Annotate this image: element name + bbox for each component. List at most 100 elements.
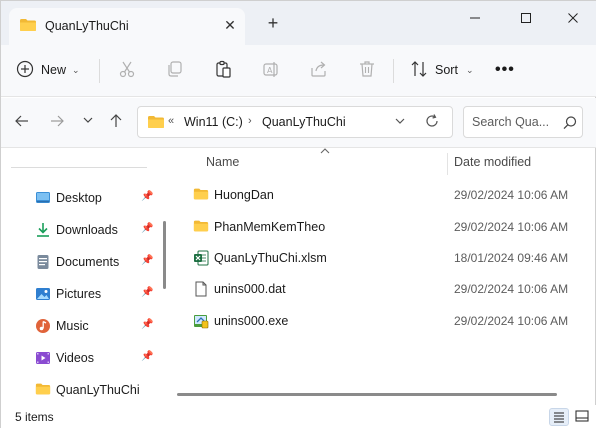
status-bar: 5 items: [1, 405, 596, 428]
sidebar-item-pictures[interactable]: Pictures 📌: [1, 279, 161, 309]
details-view-button[interactable]: [549, 408, 569, 426]
file-date: 29/02/2024 10:06 AM: [454, 220, 569, 234]
recent-locations-button[interactable]: [79, 113, 97, 131]
sidebar-item-documents[interactable]: Documents 📌: [1, 247, 161, 277]
file-row[interactable]: unins000.exe 29/02/2024 10:06 AM: [177, 306, 596, 336]
file-row[interactable]: QuanLyThuChi.xlsm 18/01/2024 09:46 AM: [177, 243, 596, 273]
file-date: 18/01/2024 09:46 AM: [454, 251, 569, 265]
paste-button[interactable]: [213, 55, 233, 85]
title-bar: QuanLyThuChi ✕ +: [1, 1, 596, 45]
horizontal-scrollbar[interactable]: [177, 393, 557, 396]
minimize-button[interactable]: [461, 7, 489, 29]
tab-title: QuanLyThuChi: [45, 19, 129, 33]
search-placeholder: Search Qua...: [472, 115, 550, 129]
sidebar-item-label: Music: [56, 319, 89, 333]
plus-circle-icon: [15, 59, 35, 82]
up-button[interactable]: [107, 113, 125, 131]
chevron-down-icon: ⌄: [465, 64, 474, 75]
pin-icon[interactable]: 📌: [141, 191, 153, 202]
search-icon[interactable]: [562, 115, 578, 134]
sort-ascending-icon: [319, 147, 331, 158]
exe-file-icon: [193, 313, 209, 329]
refresh-icon[interactable]: [424, 113, 440, 132]
file-row[interactable]: HuongDan 29/02/2024 10:06 AM: [177, 180, 596, 210]
rename-button[interactable]: A: [261, 55, 281, 85]
close-tab-icon[interactable]: ✕: [222, 17, 238, 33]
copy-icon: [165, 59, 185, 82]
cut-icon: [117, 59, 137, 82]
sidebar-scrollbar[interactable]: [163, 221, 166, 289]
file-row[interactable]: PhanMemKemTheo 29/02/2024 10:06 AM: [177, 212, 596, 242]
tiles-view-button[interactable]: [573, 408, 593, 426]
item-count: 5 items: [15, 410, 54, 424]
file-list: Name Date modified HuongDan 29/02/2024 1…: [177, 147, 596, 405]
tiles-view-icon: [575, 410, 589, 422]
desktop-icon: [35, 190, 51, 206]
folder-icon: [19, 18, 37, 35]
breadcrumb-folder[interactable]: QuanLyThuChi: [262, 115, 346, 129]
tab-quanlythuchi[interactable]: QuanLyThuChi ✕: [9, 8, 245, 45]
folder-icon: [193, 187, 209, 203]
folder-icon: [147, 115, 165, 132]
sidebar-item-label: Videos: [56, 351, 94, 365]
copy-button[interactable]: [165, 55, 185, 85]
sidebar-item-music[interactable]: Music 📌: [1, 311, 161, 341]
file-name: QuanLyThuChi.xlsm: [214, 251, 327, 265]
pictures-icon: [35, 286, 51, 302]
sidebar-item-label: Downloads: [56, 223, 118, 237]
file-date: 29/02/2024 10:06 AM: [454, 282, 569, 296]
divider: [393, 59, 394, 83]
sort-icon: [409, 59, 429, 82]
download-icon: [35, 222, 51, 238]
column-header-date-modified[interactable]: Date modified: [454, 155, 531, 169]
file-row[interactable]: unins000.dat 29/02/2024 10:06 AM: [177, 274, 596, 304]
file-name: HuongDan: [214, 188, 274, 202]
pin-icon[interactable]: 📌: [141, 319, 153, 330]
cut-button[interactable]: [117, 55, 137, 85]
folder-icon: [35, 382, 51, 398]
search-box[interactable]: Search Qua...: [463, 106, 583, 138]
sidebar-item-desktop[interactable]: Desktop 📌: [1, 183, 161, 213]
back-button[interactable]: [13, 113, 31, 131]
share-button[interactable]: [309, 55, 329, 85]
pin-icon[interactable]: 📌: [141, 287, 153, 298]
column-header-name[interactable]: Name: [206, 155, 239, 169]
file-name: unins000.exe: [214, 314, 289, 328]
breadcrumb-separator[interactable]: ›: [248, 115, 252, 127]
sidebar-item-downloads[interactable]: Downloads 📌: [1, 215, 161, 245]
excel-file-icon: [193, 250, 209, 266]
divider: [99, 59, 100, 83]
sidebar-item-quanlythuchi[interactable]: QuanLyThuChi: [1, 375, 161, 405]
forward-button[interactable]: [48, 113, 66, 131]
pin-icon[interactable]: 📌: [141, 255, 153, 266]
address-bar[interactable]: « Win11 (C:) › QuanLyThuChi: [137, 106, 453, 138]
pin-icon[interactable]: 📌: [141, 223, 153, 234]
file-name: PhanMemKemTheo: [214, 220, 326, 234]
arrow-up-icon: [110, 114, 122, 127]
file-date: 29/02/2024 10:06 AM: [454, 188, 569, 202]
close-window-button[interactable]: [559, 7, 587, 29]
chevron-down-icon: [83, 117, 93, 123]
address-dropdown-icon[interactable]: [394, 115, 406, 130]
maximize-button[interactable]: [512, 7, 540, 29]
new-tab-button[interactable]: +: [263, 13, 283, 33]
new-button[interactable]: New ⌄: [15, 55, 80, 85]
breadcrumb-drive[interactable]: Win11 (C:): [184, 115, 243, 129]
file-name: unins000.dat: [214, 282, 286, 296]
pin-icon[interactable]: 📌: [141, 351, 153, 362]
new-label: New: [41, 63, 67, 77]
sort-button[interactable]: Sort ⌄: [409, 55, 473, 85]
file-icon: [193, 281, 209, 297]
sort-label: Sort: [435, 63, 458, 77]
chevron-down-icon: ⌄: [72, 64, 80, 75]
column-divider[interactable]: [447, 153, 448, 175]
videos-icon: [35, 350, 51, 366]
more-options-button[interactable]: •••: [495, 55, 515, 85]
arrow-left-icon: [15, 115, 28, 127]
breadcrumb-overflow[interactable]: «: [168, 115, 174, 127]
sidebar-item-videos[interactable]: Videos 📌: [1, 343, 161, 373]
navigation-pane: Desktop 📌 Downloads 📌 Documents 📌 Pictur…: [1, 149, 171, 405]
file-date: 29/02/2024 10:06 AM: [454, 314, 569, 328]
music-icon: [35, 318, 51, 334]
delete-button[interactable]: [357, 55, 377, 85]
